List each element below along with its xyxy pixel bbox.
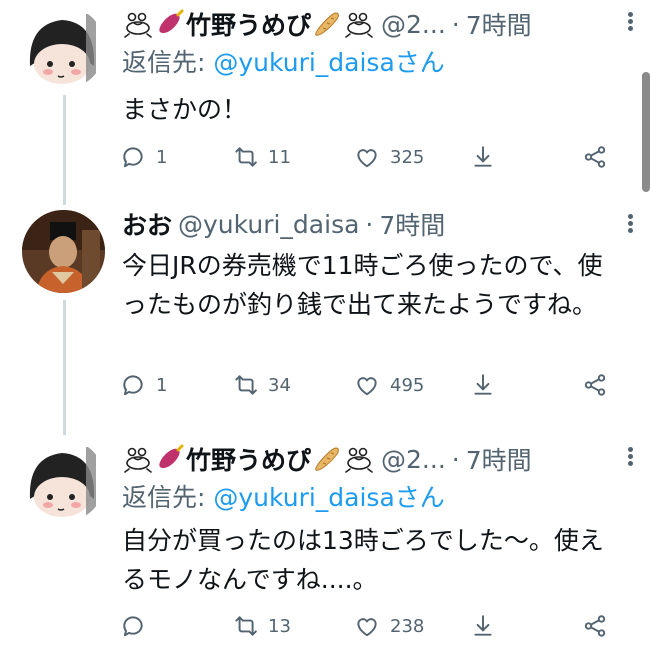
display-name[interactable]: おお xyxy=(122,206,172,242)
avatar[interactable] xyxy=(22,210,105,293)
handle[interactable]: @yukuri_daisa xyxy=(178,210,359,239)
retweet-button[interactable]: 11 xyxy=(232,142,291,172)
reply-count: 1 xyxy=(156,374,168,396)
handle[interactable]: @2... xyxy=(381,445,446,474)
retweet-icon xyxy=(235,616,257,636)
retweet-count: 11 xyxy=(268,146,291,168)
like-count: 325 xyxy=(390,146,425,168)
tweet-text: 今日JRの券売機で11時ごろ使ったので、使ったものが釣り銭で出て来たようですね。 xyxy=(122,251,603,319)
tweet-header: 竹野うめぴ @2... · 7時間 xyxy=(122,439,610,479)
more-icon[interactable] xyxy=(624,212,636,238)
retweet-icon xyxy=(235,375,257,395)
tweet[interactable]: 竹野うめぴ @2... · 7時間 返信先: @yukuri_daisaさん ま… xyxy=(0,0,650,200)
share-icon xyxy=(474,615,492,636)
timestamp[interactable]: 7時間 xyxy=(466,441,532,477)
reply-icon xyxy=(123,375,143,396)
share-icon xyxy=(474,146,492,167)
separator-dot: · xyxy=(365,209,374,239)
frog-emoji xyxy=(124,447,152,473)
tweet-text: まさかの！ xyxy=(122,95,248,124)
display-name[interactable]: 竹野うめぴ xyxy=(186,6,311,42)
reply-to-prefix: 返信先: xyxy=(122,483,214,512)
action-bar: 1 34 495 xyxy=(120,370,620,400)
reply-icon xyxy=(123,147,143,168)
like-count: 495 xyxy=(390,374,425,396)
reply-icon xyxy=(123,616,143,637)
share-network-icon xyxy=(584,146,606,168)
frog-emoji xyxy=(124,12,152,38)
like-icon xyxy=(357,377,377,396)
reply-to-line: 返信先: @yukuri_daisaさん xyxy=(122,479,610,517)
sweet-potato-emoji xyxy=(157,9,184,35)
separator-dot: · xyxy=(451,444,460,474)
share-network-button[interactable] xyxy=(582,142,608,172)
tweet-header: 竹野うめぴ @2... · 7時間 xyxy=(122,4,610,44)
reply-button[interactable] xyxy=(120,611,156,641)
reply-button[interactable]: 1 xyxy=(120,142,167,172)
like-button[interactable]: 325 xyxy=(354,142,424,172)
share-button[interactable] xyxy=(470,370,496,400)
more-icon[interactable] xyxy=(624,10,636,36)
tweet[interactable]: 竹野うめぴ @2... · 7時間 返信先: @yukuri_daisaさん 自… xyxy=(0,435,650,650)
retweet-icon xyxy=(235,147,257,167)
frog-emoji xyxy=(345,447,373,473)
reply-to-suffix: さん xyxy=(394,48,445,77)
avatar[interactable] xyxy=(22,439,105,522)
action-bar: 13 238 xyxy=(120,611,620,641)
tweet-header: おお @yukuri_daisa · 7時間 xyxy=(122,204,610,244)
share-button[interactable] xyxy=(470,142,496,172)
share-icon xyxy=(474,374,492,395)
like-count: 238 xyxy=(390,615,425,637)
frog-emoji xyxy=(345,12,373,38)
share-network-button[interactable] xyxy=(582,370,608,400)
retweet-count: 13 xyxy=(268,615,291,637)
sweet-potato-emoji xyxy=(157,444,184,470)
reply-to-suffix: さん xyxy=(394,483,445,512)
like-button[interactable]: 495 xyxy=(354,370,424,400)
like-icon xyxy=(357,618,377,637)
retweet-button[interactable]: 34 xyxy=(232,370,291,400)
share-network-button[interactable] xyxy=(582,611,608,641)
share-network-icon xyxy=(584,615,606,637)
reply-button[interactable]: 1 xyxy=(120,370,167,400)
retweet-count: 34 xyxy=(268,374,291,396)
retweet-button[interactable]: 13 xyxy=(232,611,291,641)
like-button[interactable]: 238 xyxy=(354,611,424,641)
handle[interactable]: @2... xyxy=(381,10,446,39)
bread-emoji xyxy=(315,12,340,36)
action-bar: 1 11 325 xyxy=(120,142,620,172)
reply-mention-link[interactable]: @yukuri_daisa xyxy=(213,48,394,77)
timestamp[interactable]: 7時間 xyxy=(379,206,445,242)
display-name[interactable]: 竹野うめぴ xyxy=(186,441,311,477)
reply-to-prefix: 返信先: xyxy=(122,48,214,77)
separator-dot: · xyxy=(451,9,460,39)
tweet-text: 自分が買ったのは13時ごろでした〜。使えるモノなんですね....。 xyxy=(122,526,604,594)
like-icon xyxy=(357,149,377,168)
timestamp[interactable]: 7時間 xyxy=(466,6,532,42)
reply-mention-link[interactable]: @yukuri_daisa xyxy=(213,483,394,512)
share-button[interactable] xyxy=(470,611,496,641)
avatar[interactable] xyxy=(22,6,105,89)
reply-to-line: 返信先: @yukuri_daisaさん xyxy=(122,44,610,82)
share-network-icon xyxy=(584,374,606,396)
bread-emoji xyxy=(315,447,340,471)
more-icon[interactable] xyxy=(624,445,636,471)
reply-count: 1 xyxy=(156,146,168,168)
tweet[interactable]: おお @yukuri_daisa · 7時間 今日JRの券売機で11時ごろ使った… xyxy=(0,200,650,435)
